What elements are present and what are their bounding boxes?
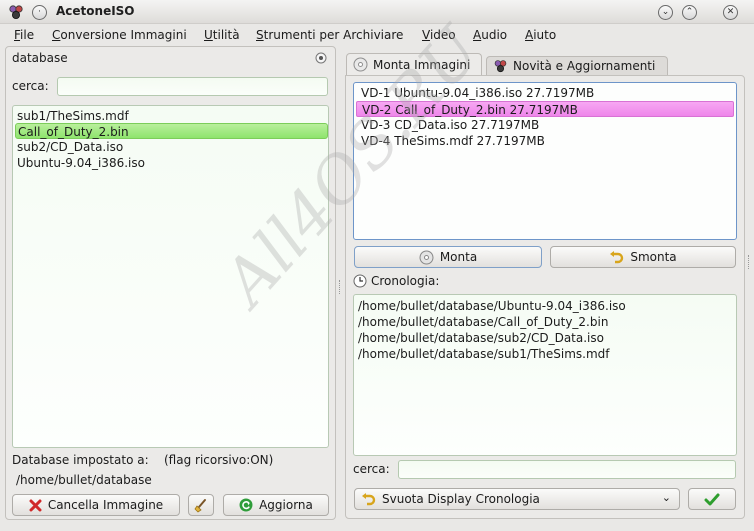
menu-utilita[interactable]: Utilità xyxy=(204,28,240,42)
delete-image-button[interactable]: Cancella Immagine xyxy=(12,494,180,516)
menu-strumenti-per-archiviare[interactable]: Strumenti per Archiviare xyxy=(256,28,403,42)
disc-mount-icon xyxy=(419,250,434,264)
undo-arrow-icon xyxy=(362,492,376,505)
menu-conversione-immagini[interactable]: Conversione Immagini xyxy=(52,28,187,42)
window-menu-icon[interactable]: · xyxy=(32,5,47,20)
menu-video[interactable]: Video xyxy=(422,28,456,42)
minimize-icon[interactable]: ⌄ xyxy=(658,5,673,20)
checkmark-icon xyxy=(704,493,720,505)
clear-history-selected-option: Svuota Display Cronologia xyxy=(382,492,540,506)
database-file-list[interactable]: sub1/TheSims.mdf Call_of_Duty_2.bin sub2… xyxy=(12,105,329,448)
splitter-handle[interactable] xyxy=(339,280,342,294)
mounted-item[interactable]: VD-1 Ubuntu-9.04_i386.iso 27.7197MB xyxy=(361,85,594,101)
tab-monta-immagini[interactable]: Monta Immagini xyxy=(346,53,482,75)
history-item[interactable]: /home/bullet/database/Call_of_Duty_2.bin xyxy=(358,314,608,330)
mounted-item[interactable]: VD-3 CD_Data.iso 27.7197MB xyxy=(361,117,539,133)
maximize-icon[interactable]: ⌃ xyxy=(682,5,697,20)
list-item[interactable]: sub2/CD_Data.iso xyxy=(17,139,123,155)
mount-button[interactable]: Monta xyxy=(354,246,542,268)
mounted-item-selected[interactable]: VD-2 Call_of_Duty_2.bin 27.7197MB xyxy=(356,101,734,117)
recursive-flag-label: (flag ricorsivo:ON) xyxy=(164,453,274,467)
acetoneiso-app-icon[interactable] xyxy=(8,4,24,20)
monta-immagini-panel: VD-1 Ubuntu-9.04_i386.iso 27.7197MB VD-2… xyxy=(345,75,745,519)
database-set-label: Database impostato a: xyxy=(12,453,149,467)
undo-arrow-icon xyxy=(610,250,624,263)
clean-database-button[interactable] xyxy=(188,494,214,516)
history-search-input[interactable] xyxy=(398,460,736,479)
list-item[interactable]: sub1/TheSims.mdf xyxy=(17,108,129,124)
history-search-label: cerca: xyxy=(353,462,390,476)
tab-novita-aggiornamenti[interactable]: Novità e Aggiornamenti xyxy=(486,56,668,75)
broom-icon xyxy=(193,498,206,513)
refresh-button[interactable]: Aggiorna xyxy=(223,494,329,516)
close-icon[interactable]: ✕ xyxy=(723,5,738,20)
history-item[interactable]: /home/bullet/database/Ubuntu-9.04_i386.i… xyxy=(358,298,626,314)
mount-label: Monta xyxy=(439,250,478,264)
mounted-item[interactable]: VD-4 TheSims.mdf 27.7197MB xyxy=(361,133,545,149)
window-title: AcetoneISO xyxy=(56,4,135,18)
refresh-label: Aggiorna xyxy=(259,498,313,512)
delete-image-label: Cancella Immagine xyxy=(47,498,164,512)
list-item-selected[interactable]: Call_of_Duty_2.bin xyxy=(15,123,328,139)
history-list[interactable]: /home/bullet/database/Ubuntu-9.04_i386.i… xyxy=(353,294,737,456)
disc-icon xyxy=(353,57,368,72)
database-search-input[interactable] xyxy=(57,77,328,96)
panel-float-icon[interactable] xyxy=(315,52,327,64)
clock-icon xyxy=(353,274,367,288)
menu-file[interactable]: File xyxy=(14,28,34,42)
list-item[interactable]: Ubuntu-9.04_i386.iso xyxy=(17,155,145,171)
database-path: /home/bullet/database xyxy=(16,473,152,487)
confirm-button[interactable] xyxy=(688,488,736,510)
mounted-images-list[interactable]: VD-1 Ubuntu-9.04_i386.iso 27.7197MB VD-2… xyxy=(353,82,737,240)
chevron-down-icon: ⌄ xyxy=(661,491,671,504)
acetoneiso-small-icon xyxy=(494,60,507,73)
menu-bar: File Conversione Immagini Utilità Strume… xyxy=(0,24,754,46)
menu-audio[interactable]: Audio xyxy=(473,28,507,42)
unmount-button[interactable]: Smonta xyxy=(550,246,736,268)
clear-history-select[interactable]: Svuota Display Cronologia ⌄ xyxy=(354,488,680,510)
resize-handle[interactable] xyxy=(748,255,751,269)
database-panel-title: database xyxy=(12,51,68,65)
database-search-label: cerca: xyxy=(12,79,49,93)
history-item[interactable]: /home/bullet/database/sub1/TheSims.mdf xyxy=(358,346,610,362)
menu-aiuto[interactable]: Aiuto xyxy=(525,28,556,42)
title-bar: · AcetoneISO ⌄ ⌃ ✕ xyxy=(0,0,754,24)
history-item[interactable]: /home/bullet/database/sub2/CD_Data.iso xyxy=(358,330,604,346)
delete-icon xyxy=(29,499,42,511)
unmount-label: Smonta xyxy=(630,250,677,264)
tab-monta-immagini-label: Monta Immagini xyxy=(373,57,471,72)
database-panel: database cerca: sub1/TheSims.mdf Call_of… xyxy=(5,46,336,520)
tab-novita-aggiornamenti-label: Novità e Aggiornamenti xyxy=(513,59,656,73)
history-label: Cronologia: xyxy=(371,274,440,288)
refresh-icon xyxy=(239,498,253,512)
